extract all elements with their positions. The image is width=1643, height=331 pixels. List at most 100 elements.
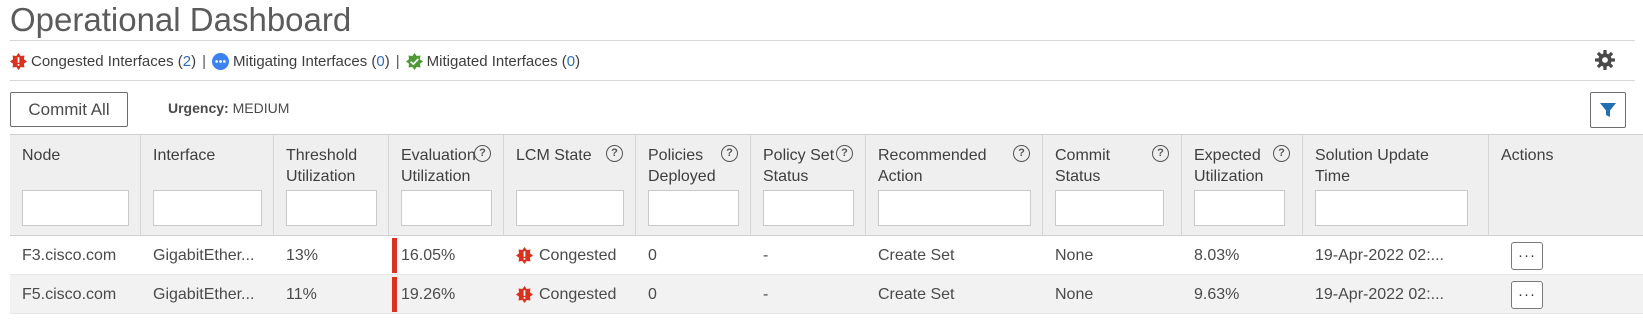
policy-set-status-cell: - — [763, 246, 769, 264]
policy-set-status-cell: - — [763, 285, 769, 303]
update-time-cell: 19-Apr-2022 02:... — [1315, 285, 1444, 303]
commit-status-filter-input[interactable] — [1055, 190, 1164, 226]
congested-summary[interactable]: Congested Interfaces (2) — [10, 52, 197, 70]
mitigated-summary[interactable]: Mitigated Interfaces (0) — [405, 52, 581, 70]
interface-filter-input[interactable] — [153, 190, 262, 226]
column-label: Solution Update Time — [1315, 147, 1429, 185]
threshold-filter-input[interactable] — [286, 190, 377, 226]
mitigating-close-paren: ) — [384, 52, 390, 70]
mitigated-count[interactable]: 0 — [567, 53, 575, 70]
mitigated-close-paren: ) — [575, 52, 581, 70]
table-row[interactable]: F5.cisco.com GigabitEther... 11% 19.26% … — [10, 275, 1643, 314]
evaluation-value: 16.05% — [401, 246, 456, 264]
filter-icon — [1600, 103, 1616, 117]
update-time-cell: 19-Apr-2022 02:... — [1315, 246, 1444, 264]
alert-burst-icon — [10, 52, 27, 70]
column-header-recommended-action[interactable]: Recommended Action ? — [866, 135, 1043, 235]
threshold-cell: 11% — [286, 285, 317, 303]
title-divider — [10, 40, 1635, 41]
recommended-action-cell: Create Set — [878, 246, 955, 264]
help-icon[interactable]: ? — [606, 145, 623, 162]
actions-cell: ··· — [1489, 236, 1643, 275]
column-header-expected-utilization[interactable]: Expected Utilization ? — [1182, 135, 1303, 235]
expected-cell: 8.03% — [1194, 246, 1240, 264]
interface-cell: GigabitEther... — [153, 246, 255, 264]
expected-filter-input[interactable] — [1194, 190, 1285, 226]
filter-button[interactable] — [1590, 92, 1626, 128]
lcm-state-filter-input[interactable] — [516, 190, 624, 226]
column-label: Recommended Action — [878, 147, 987, 185]
column-header-policies-deployed[interactable]: Policies Deployed ? — [636, 135, 751, 235]
mitigating-summary[interactable]: Mitigating Interfaces (0) — [212, 52, 390, 70]
urgency-indicator: Urgency: MEDIUM — [168, 100, 289, 116]
help-icon[interactable]: ? — [474, 145, 491, 162]
commit-status-cell: None — [1055, 285, 1094, 303]
evaluation-filter-input[interactable] — [401, 190, 492, 226]
help-icon[interactable]: ? — [1013, 145, 1030, 162]
lcm-state-value: Congested — [539, 285, 617, 303]
lcm-state-cell: Congested — [504, 275, 636, 314]
help-icon[interactable]: ? — [1273, 145, 1290, 162]
congested-close-paren: ) — [191, 52, 197, 70]
more-actions-button[interactable]: ··· — [1511, 241, 1543, 270]
help-icon[interactable]: ? — [721, 145, 738, 162]
recommended-action-cell: Create Set — [878, 285, 955, 303]
node-filter-input[interactable] — [22, 190, 129, 226]
lcm-state-cell: Congested — [504, 236, 636, 275]
interface-cell: GigabitEther... — [153, 285, 255, 303]
policies-cell: 0 — [648, 285, 657, 303]
column-header-policy-set-status[interactable]: Policy Set Status ? — [751, 135, 866, 235]
interfaces-table: Node Interface Threshold Utilization Eva… — [10, 134, 1643, 314]
evaluation-cell: 19.26% — [389, 275, 504, 314]
column-header-interface[interactable]: Interface — [141, 135, 274, 235]
evaluation-value: 19.26% — [401, 285, 456, 303]
column-label: Interface — [153, 147, 216, 164]
column-header-commit-status[interactable]: Commit Status ? — [1043, 135, 1182, 235]
table-header-row: Node Interface Threshold Utilization Eva… — [10, 135, 1643, 236]
congestion-indicator-bar — [392, 237, 397, 273]
congested-count[interactable]: 2 — [183, 53, 191, 70]
commit-all-button[interactable]: Commit All — [10, 92, 128, 127]
ellipsis-circle-icon — [212, 52, 230, 70]
column-label: Actions — [1501, 147, 1554, 164]
summary-separator: | — [395, 52, 400, 70]
mitigated-summary-label: Mitigated Interfaces — [426, 52, 558, 70]
column-header-threshold-utilization[interactable]: Threshold Utilization — [274, 135, 389, 235]
expected-cell: 9.63% — [1194, 285, 1240, 303]
policies-filter-input[interactable] — [648, 190, 739, 226]
actions-cell: ··· — [1489, 275, 1643, 314]
commit-status-cell: None — [1055, 246, 1094, 264]
mitigating-count[interactable]: 0 — [376, 53, 384, 70]
evaluation-cell: 16.05% — [389, 236, 504, 275]
column-label: Threshold Utilization — [286, 147, 358, 185]
summary-divider — [10, 80, 1635, 81]
urgency-value: MEDIUM — [232, 100, 290, 116]
threshold-cell: 13% — [286, 246, 319, 264]
mitigating-summary-label: Mitigating Interfaces — [233, 52, 368, 70]
policy-set-filter-input[interactable] — [763, 190, 854, 226]
recommended-action-filter-input[interactable] — [878, 190, 1031, 226]
summary-separator: | — [202, 52, 207, 70]
help-icon[interactable]: ? — [1152, 145, 1169, 162]
alert-burst-icon — [516, 246, 533, 264]
urgency-label: Urgency: — [168, 100, 229, 116]
column-header-actions: Actions — [1489, 135, 1643, 235]
policies-cell: 0 — [648, 246, 657, 264]
table-row[interactable]: F3.cisco.com GigabitEther... 13% 16.05% … — [10, 236, 1643, 275]
congestion-indicator-bar — [392, 276, 397, 312]
node-cell: F3.cisco.com — [22, 246, 117, 264]
help-icon[interactable]: ? — [836, 145, 853, 162]
column-header-solution-update-time[interactable]: Solution Update Time — [1303, 135, 1489, 235]
node-cell: F5.cisco.com — [22, 285, 117, 303]
column-label: Node — [22, 147, 61, 164]
column-header-lcm-state[interactable]: LCM State ? — [504, 135, 636, 235]
update-time-filter-input[interactable] — [1315, 190, 1468, 226]
lcm-state-value: Congested — [539, 246, 617, 264]
alert-burst-icon — [516, 285, 533, 303]
column-header-node[interactable]: Node — [10, 135, 141, 235]
gear-icon[interactable] — [1595, 50, 1615, 70]
page-title: Operational Dashboard — [10, 1, 352, 38]
interface-summary: Congested Interfaces (2) | Mitigating In… — [10, 50, 580, 72]
column-header-evaluation-utilization[interactable]: Evaluation Utilization ? — [389, 135, 504, 235]
more-actions-button[interactable]: ··· — [1511, 280, 1543, 309]
